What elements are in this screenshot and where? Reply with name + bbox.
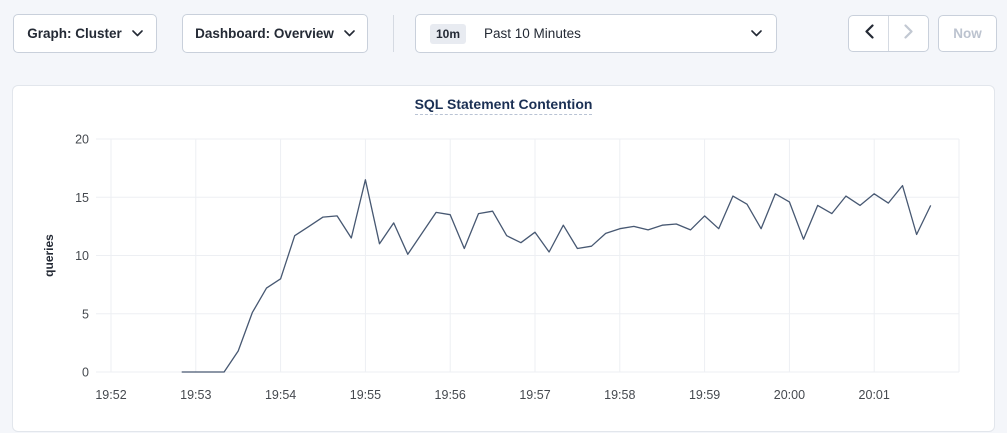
metrics-toolbar: Graph: Cluster Dashboard: Overview 10m P… <box>0 0 1007 85</box>
svg-text:5: 5 <box>82 307 89 321</box>
svg-text:19:52: 19:52 <box>95 388 126 402</box>
svg-text:19:59: 19:59 <box>689 388 720 402</box>
chart-title-text: SQL Statement Contention <box>415 96 593 115</box>
chevron-down-icon <box>344 30 355 37</box>
time-range-pager <box>848 15 929 52</box>
svg-text:20:01: 20:01 <box>859 388 890 402</box>
sql-contention-line-chart[interactable]: 0 5 10 15 20 19:52 19:53 19:54 19:55 19:56 19:57 19… <box>13 121 996 433</box>
graph-scope-dropdown[interactable]: Graph: Cluster <box>13 14 157 53</box>
now-button[interactable]: Now <box>938 15 997 52</box>
time-range-label: Past 10 Minutes <box>484 26 751 41</box>
graph-scope-dropdown-label: Graph: Cluster <box>27 26 122 41</box>
next-range-button[interactable] <box>889 16 928 51</box>
svg-text:19:53: 19:53 <box>180 388 211 402</box>
svg-text:19:54: 19:54 <box>265 388 296 402</box>
chevron-down-icon <box>132 30 143 37</box>
time-range-selector[interactable]: 10m Past 10 Minutes <box>415 14 777 53</box>
svg-text:10: 10 <box>75 249 89 263</box>
chevron-right-icon <box>904 24 914 44</box>
chart-title: SQL Statement Contention <box>13 96 994 114</box>
toolbar-divider <box>393 15 394 52</box>
dashboard-dropdown-label: Dashboard: Overview <box>195 26 334 41</box>
time-range-badge: 10m <box>430 24 466 44</box>
chart-card: SQL Statement Contention 0 5 10 15 20 19:52 19… <box>12 85 995 432</box>
prev-range-button[interactable] <box>849 16 889 51</box>
svg-text:0: 0 <box>82 366 89 380</box>
svg-text:20: 20 <box>75 133 89 147</box>
svg-text:19:55: 19:55 <box>350 388 381 402</box>
svg-text:queries: queries <box>42 234 56 277</box>
dashboard-dropdown[interactable]: Dashboard: Overview <box>182 14 368 53</box>
svg-text:20:00: 20:00 <box>774 388 805 402</box>
svg-text:19:56: 19:56 <box>435 388 466 402</box>
svg-text:19:57: 19:57 <box>519 388 550 402</box>
now-button-label: Now <box>953 26 982 41</box>
chevron-left-icon <box>864 24 874 44</box>
svg-text:19:58: 19:58 <box>604 388 635 402</box>
svg-text:15: 15 <box>75 191 89 205</box>
chevron-down-icon <box>751 30 762 37</box>
